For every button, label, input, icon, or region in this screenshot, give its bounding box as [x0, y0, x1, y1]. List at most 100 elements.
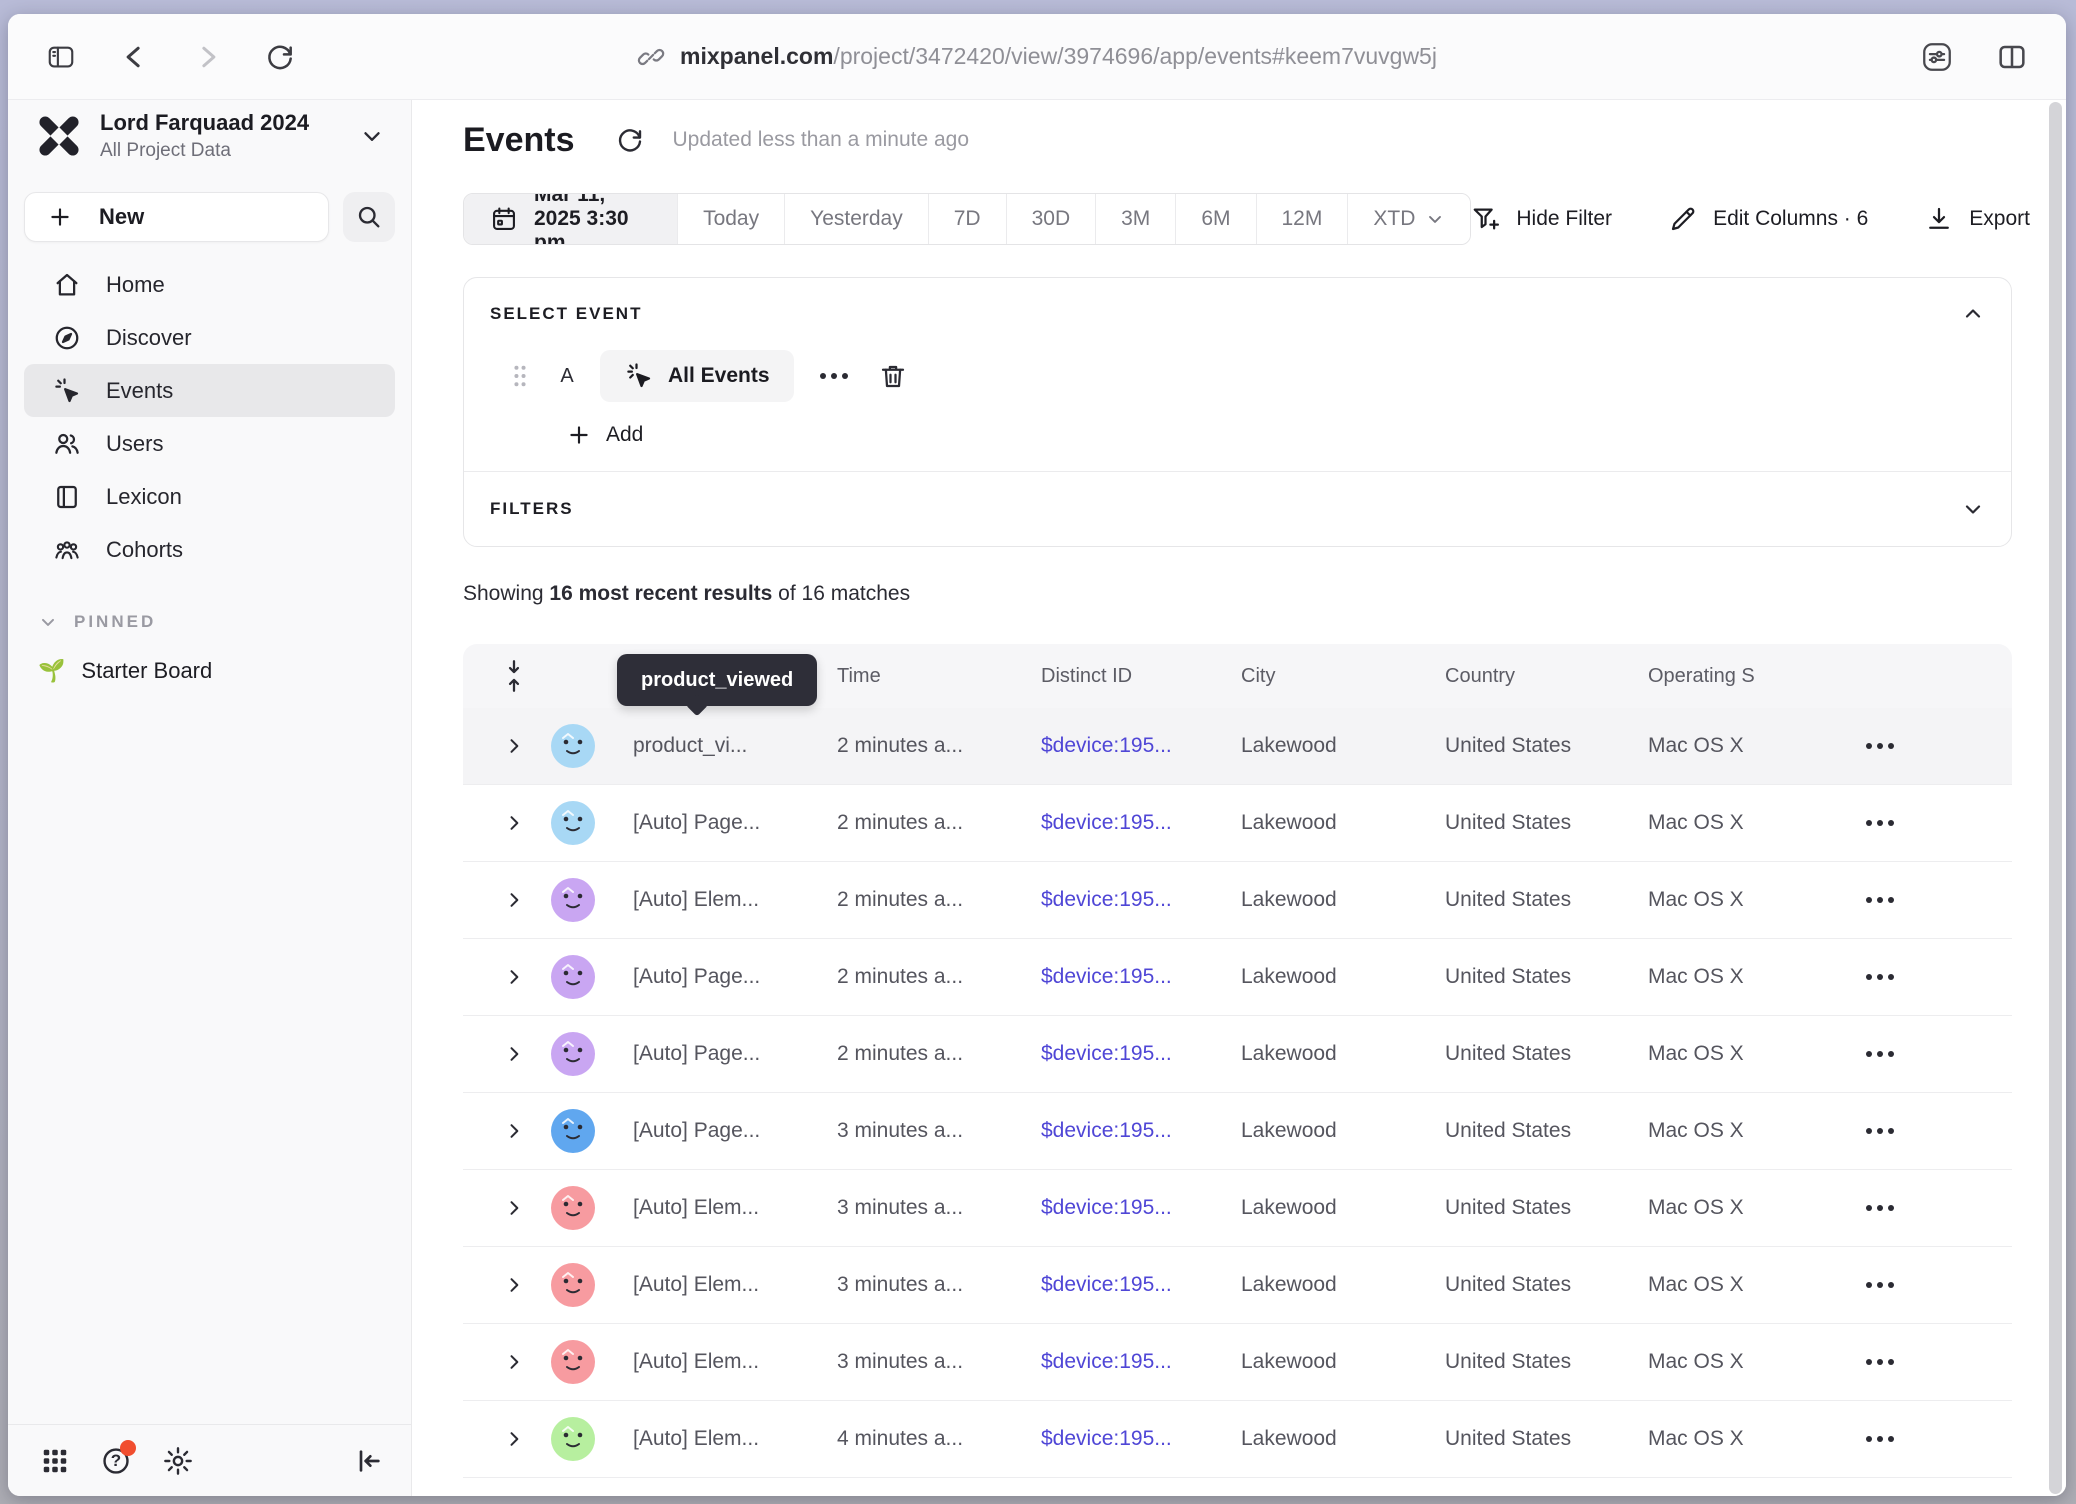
row-actions-icon[interactable] — [1866, 1436, 1894, 1442]
row-actions-icon[interactable] — [1866, 1128, 1894, 1134]
help-button[interactable]: ? — [100, 1445, 132, 1477]
sidebar-item-users[interactable]: Users — [24, 417, 395, 470]
chevron-up-icon[interactable] — [1961, 302, 1985, 326]
refresh-icon[interactable] — [615, 125, 645, 155]
pinned-section-header[interactable]: PINNED — [38, 612, 395, 632]
date-range-option[interactable]: XTD — [1347, 194, 1470, 244]
search-button[interactable] — [343, 192, 395, 242]
distinct-id-link[interactable]: $device:195... — [1041, 1196, 1241, 1220]
column-header-distinct-id[interactable]: Distinct ID — [1041, 665, 1241, 688]
cursor-click-icon — [624, 361, 654, 391]
row-actions-icon[interactable] — [1866, 1205, 1894, 1211]
expand-row-icon[interactable] — [489, 967, 539, 987]
table-row[interactable]: [Auto] Elem... 2 minutes a... $device:19… — [463, 862, 2012, 939]
distinct-id-link[interactable]: $device:195... — [1041, 811, 1241, 835]
row-actions-icon[interactable] — [1866, 1359, 1894, 1365]
settings-gear-icon[interactable] — [162, 1445, 194, 1477]
distinct-id-link[interactable]: $device:195... — [1041, 965, 1241, 989]
add-event-button[interactable]: Add — [566, 422, 1985, 448]
select-event-header: SELECT EVENT — [490, 304, 642, 324]
date-range-option[interactable]: 3M — [1095, 194, 1175, 244]
apps-grid-icon[interactable] — [40, 1446, 70, 1476]
split-view-icon[interactable] — [1996, 41, 2028, 73]
chevron-down-icon[interactable] — [1961, 497, 1985, 521]
hide-filter-button[interactable]: Hide Filter — [1471, 204, 1612, 234]
city-cell: Lakewood — [1241, 888, 1445, 912]
reload-button-icon[interactable] — [264, 41, 296, 73]
country-cell: United States — [1445, 734, 1648, 758]
row-actions-icon[interactable] — [1866, 897, 1894, 903]
table-row[interactable]: [Auto] Elem... 3 minutes a... $device:19… — [463, 1170, 2012, 1247]
sidebar-item-events[interactable]: Events — [24, 364, 395, 417]
distinct-id-link[interactable]: $device:195... — [1041, 734, 1241, 758]
date-range-option[interactable]: Yesterday — [784, 194, 928, 244]
table-row[interactable]: [Auto] Page... 2 minutes a... $device:19… — [463, 1016, 2012, 1093]
expand-row-icon[interactable] — [489, 736, 539, 756]
vertical-scrollbar[interactable] — [2049, 102, 2062, 1494]
back-button-icon[interactable] — [120, 42, 150, 72]
sidebar-item-discover[interactable]: Discover — [24, 311, 395, 364]
date-picker-button[interactable]: Mar 11, 2025 3:30 pm — [464, 194, 677, 244]
browser-sidebar-toggle-icon[interactable] — [44, 42, 78, 72]
date-range-option[interactable]: 30D — [1006, 194, 1096, 244]
table-row[interactable]: [Auto] Elem... 3 minutes a... $device:19… — [463, 1247, 2012, 1324]
sidebar-item-starter-board[interactable]: 🌱 Starter Board — [38, 658, 395, 684]
date-range-option[interactable]: 12M — [1256, 194, 1348, 244]
filters-section[interactable]: FILTERS — [464, 471, 2011, 546]
os-cell: Mac OS X — [1648, 734, 1838, 758]
table-row[interactable]: [Auto] Page... 2 minutes a... $device:19… — [463, 939, 2012, 1016]
expand-row-icon[interactable] — [489, 1429, 539, 1449]
distinct-id-link[interactable]: $device:195... — [1041, 1119, 1241, 1143]
date-range-option[interactable]: Today — [677, 194, 784, 244]
distinct-id-link[interactable]: $device:195... — [1041, 1273, 1241, 1297]
expand-row-icon[interactable] — [489, 1044, 539, 1064]
column-header-time[interactable]: Time — [837, 665, 1041, 688]
expand-row-icon[interactable] — [489, 1121, 539, 1141]
sidebar-item-home[interactable]: Home — [24, 258, 395, 311]
table-row[interactable]: product_vi... 2 minutes a... $device:195… — [463, 708, 2012, 785]
row-actions-icon[interactable] — [1866, 743, 1894, 749]
table-row-partial[interactable] — [463, 1478, 2012, 1496]
trash-icon[interactable] — [878, 361, 908, 391]
export-button[interactable]: Export — [1924, 204, 2030, 234]
sidebar-item-lexicon[interactable]: Lexicon — [24, 470, 395, 523]
event-selector-pill[interactable]: All Events — [600, 350, 794, 402]
row-actions-icon[interactable] — [1866, 820, 1894, 826]
table-row[interactable]: [Auto] Page... 3 minutes a... $device:19… — [463, 1093, 2012, 1170]
collapse-sidebar-icon[interactable] — [353, 1445, 385, 1477]
column-header-os[interactable]: Operating S — [1648, 665, 1838, 688]
collapse-rows-icon[interactable] — [489, 659, 539, 693]
table-row[interactable]: [Auto] Elem... 4 minutes a... $device:19… — [463, 1401, 2012, 1478]
expand-row-icon[interactable] — [489, 813, 539, 833]
date-range-option[interactable]: 7D — [928, 194, 1006, 244]
event-name-cell: [Auto] Page... — [607, 965, 837, 989]
expand-row-icon[interactable] — [489, 1352, 539, 1372]
distinct-id-link[interactable]: $device:195... — [1041, 888, 1241, 912]
event-more-options-icon[interactable] — [820, 373, 848, 379]
row-actions-icon[interactable] — [1866, 1051, 1894, 1057]
row-actions-icon[interactable] — [1866, 1282, 1894, 1288]
distinct-id-link[interactable]: $device:195... — [1041, 1042, 1241, 1066]
os-cell: Mac OS X — [1648, 811, 1838, 835]
page-settings-icon[interactable] — [1920, 40, 1954, 74]
expand-row-icon[interactable] — [489, 1198, 539, 1218]
address-bar[interactable]: mixpanel.com/project/3472420/view/397469… — [637, 43, 1437, 71]
expand-row-icon[interactable] — [489, 890, 539, 910]
expand-row-icon[interactable] — [489, 1275, 539, 1295]
date-range-option[interactable]: 6M — [1175, 194, 1255, 244]
distinct-id-link[interactable]: $device:195... — [1041, 1350, 1241, 1374]
chevron-down-icon — [359, 123, 385, 149]
project-switcher[interactable]: Lord Farquaad 2024 All Project Data — [36, 110, 391, 162]
date-range-value: Mar 11, 2025 3:30 pm — [534, 193, 651, 245]
column-header-city[interactable]: City — [1241, 665, 1445, 688]
row-actions-icon[interactable] — [1866, 974, 1894, 980]
sidebar-item-cohorts[interactable]: Cohorts — [24, 523, 395, 576]
drag-handle-icon[interactable] — [512, 363, 528, 389]
new-button[interactable]: New — [24, 192, 329, 242]
forward-button-icon — [192, 42, 222, 72]
distinct-id-link[interactable]: $device:195... — [1041, 1427, 1241, 1451]
column-header-country[interactable]: Country — [1445, 665, 1648, 688]
edit-columns-button[interactable]: Edit Columns · 6 — [1668, 204, 1868, 234]
table-row[interactable]: [Auto] Page... 2 minutes a... $device:19… — [463, 785, 2012, 862]
table-row[interactable]: [Auto] Elem... 3 minutes a... $device:19… — [463, 1324, 2012, 1401]
